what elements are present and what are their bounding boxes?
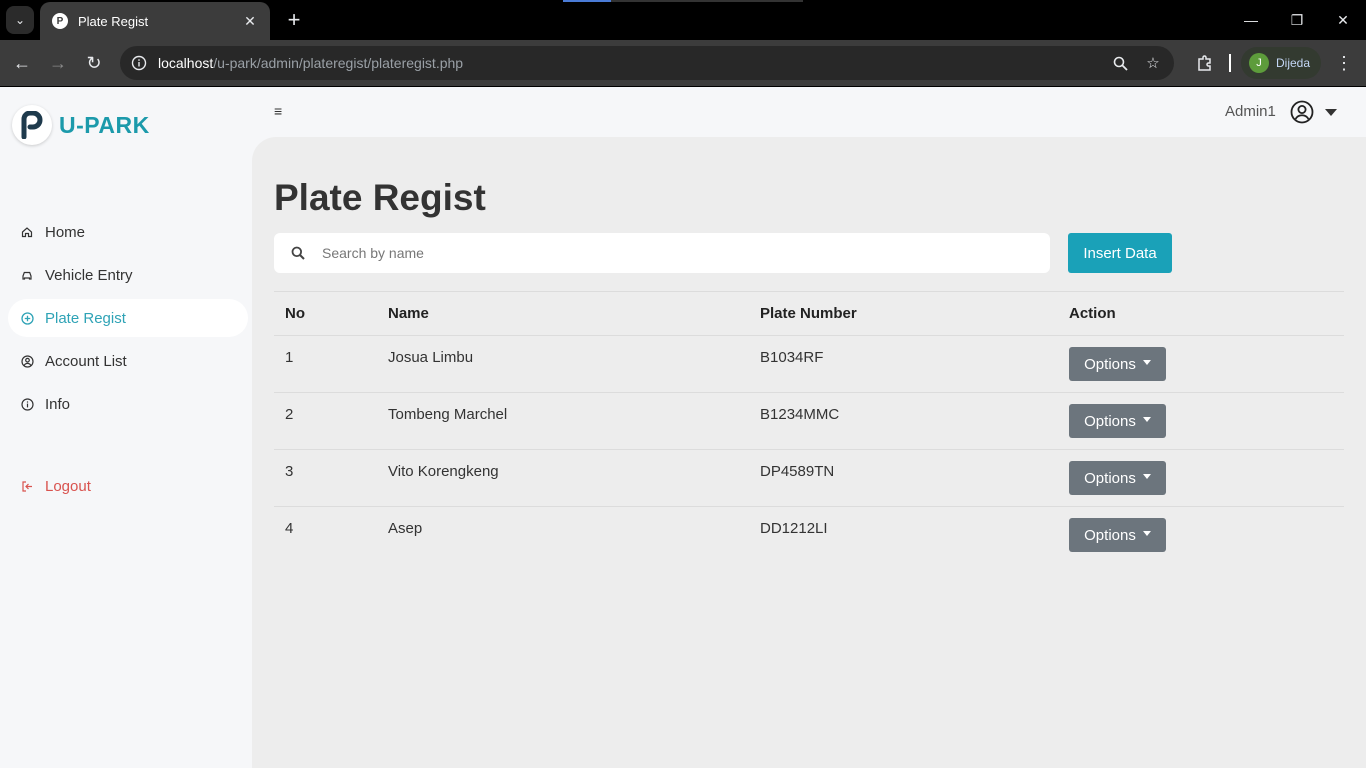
tab-close-icon[interactable]: ✕ <box>240 13 260 30</box>
browser-tab-bar: ⌄ P Plate Regist ✕ + — ❐ ✕ <box>0 0 1366 40</box>
table-header-row: No Name Plate Number Action <box>274 291 1344 335</box>
favicon-icon: P <box>52 13 68 29</box>
toolbar-separator <box>1229 54 1231 72</box>
options-dropdown-button[interactable]: Options <box>1069 518 1166 552</box>
column-header-plate-number: Plate Number <box>760 305 857 322</box>
column-header-name: Name <box>388 305 429 322</box>
forward-arrow-icon[interactable]: → <box>44 49 72 77</box>
sidebar-item-label: Vehicle Entry <box>45 266 133 284</box>
row-plate-number: B1034RF <box>760 349 824 366</box>
url-text: localhost/u-park/admin/plateregist/plate… <box>158 55 464 71</box>
options-label: Options <box>1084 412 1136 430</box>
minimize-icon[interactable]: — <box>1228 0 1274 40</box>
logo-text: U-PARK <box>59 111 150 138</box>
options-dropdown-button[interactable]: Options <box>1069 461 1166 495</box>
info-icon <box>20 397 34 411</box>
logout-icon <box>20 479 34 493</box>
admin-name[interactable]: Admin1 <box>1225 103 1276 120</box>
options-label: Options <box>1084 355 1136 373</box>
profile-name: Dijeda <box>1276 56 1311 70</box>
row-no: 2 <box>285 406 294 423</box>
browser-menu-kebab-icon[interactable]: ⋮ <box>1332 51 1356 75</box>
logout-label: Logout <box>45 477 91 495</box>
user-account-icon[interactable] <box>1290 100 1314 124</box>
options-label: Options <box>1084 469 1136 487</box>
sidebar-item-label: Info <box>45 395 71 413</box>
plate-table: No Name Plate Number Action 1 Josua Limb… <box>274 291 1344 563</box>
row-no: 4 <box>285 520 294 537</box>
row-plate-number: B1234MMC <box>760 406 840 423</box>
site-info-icon[interactable] <box>122 46 156 80</box>
sidebar-item-label: Account List <box>45 352 127 370</box>
logo-p-icon <box>12 105 52 145</box>
car-icon <box>20 268 34 282</box>
tab-search-chevron-icon[interactable]: ⌄ <box>6 6 34 34</box>
column-header-action: Action <box>1069 305 1116 322</box>
sidebar-item-logout[interactable]: Logout <box>8 467 248 505</box>
caret-down-icon <box>1142 531 1151 536</box>
row-plate-number: DP4589TN <box>760 463 835 480</box>
restore-icon[interactable]: ❐ <box>1274 0 1320 40</box>
sidebar-item-label: Home <box>45 223 86 241</box>
profile-button[interactable]: J Dijeda <box>1241 47 1321 79</box>
sidebar-item-label: Plate Regist <box>45 309 126 327</box>
column-header-no: No <box>285 305 305 322</box>
row-no: 3 <box>285 463 294 480</box>
caret-down-icon <box>1142 360 1151 365</box>
browser-tab[interactable]: P Plate Regist ✕ <box>40 2 270 40</box>
back-arrow-icon[interactable]: ← <box>8 49 36 77</box>
caret-down-icon <box>1142 417 1151 422</box>
options-label: Options <box>1084 526 1136 544</box>
main-content: Plate Regist Insert Data No Name Plate N… <box>252 137 1366 768</box>
tab-title: Plate Regist <box>78 13 149 29</box>
table-row: 2 Tombeng Marchel B1234MMC Options <box>274 392 1344 449</box>
sidebar-item-vehicle-entry[interactable]: Vehicle Entry <box>8 256 248 294</box>
zoom-icon[interactable] <box>1110 53 1130 73</box>
address-bar[interactable]: localhost/u-park/admin/plateregist/plate… <box>120 46 1174 80</box>
row-no: 1 <box>285 349 294 366</box>
sidebar-nav: Home Vehicle Entry Plate Regist Account … <box>8 213 248 510</box>
reload-icon[interactable]: ↻ <box>80 49 108 77</box>
new-tab-plus-icon[interactable]: + <box>280 6 308 34</box>
table-row: 1 Josua Limbu B1034RF Options <box>274 335 1344 392</box>
sidebar-item-home[interactable]: Home <box>8 213 248 251</box>
table-row: 4 Asep DD1212LI Options <box>274 506 1344 563</box>
row-name: Tombeng Marchel <box>388 406 508 423</box>
page-title: Plate Regist <box>274 177 486 218</box>
plus-circle-icon <box>20 311 34 325</box>
sidebar: U-PARK Home Vehicle Entry Plate Regist A… <box>0 87 252 768</box>
row-plate-number: DD1212LI <box>760 520 828 537</box>
caret-down-icon <box>1142 474 1151 479</box>
app-logo[interactable]: U-PARK <box>12 105 150 145</box>
user-dropdown-caret-icon[interactable] <box>1325 109 1337 116</box>
window-close-icon[interactable]: ✕ <box>1320 0 1366 40</box>
profile-avatar: J <box>1249 53 1269 73</box>
row-name: Vito Korengkeng <box>388 463 499 480</box>
sidebar-item-account-list[interactable]: Account List <box>8 342 248 380</box>
user-circle-icon <box>20 354 34 368</box>
loading-indicator <box>563 0 803 2</box>
search-box[interactable] <box>274 233 1050 273</box>
row-name: Asep <box>388 520 423 537</box>
search-icon <box>291 246 305 260</box>
row-name: Josua Limbu <box>388 349 474 366</box>
search-input[interactable] <box>322 245 1022 261</box>
hamburger-menu-icon[interactable]: ≡ <box>274 103 286 121</box>
web-page: U-PARK Home Vehicle Entry Plate Regist A… <box>0 87 1366 768</box>
table-row: 3 Vito Korengkeng DP4589TN Options <box>274 449 1344 506</box>
insert-data-button[interactable]: Insert Data <box>1068 233 1172 273</box>
bookmark-star-icon[interactable]: ☆ <box>1143 53 1163 73</box>
options-dropdown-button[interactable]: Options <box>1069 347 1166 381</box>
browser-toolbar: ← → ↻ localhost/u-park/admin/plateregist… <box>0 40 1366 86</box>
sidebar-item-info[interactable]: Info <box>8 385 248 423</box>
sidebar-item-plate-regist[interactable]: Plate Regist <box>8 299 248 337</box>
extensions-puzzle-icon[interactable] <box>1192 51 1216 75</box>
home-icon <box>20 225 34 239</box>
top-bar: ≡ Admin1 <box>252 87 1366 137</box>
options-dropdown-button[interactable]: Options <box>1069 404 1166 438</box>
